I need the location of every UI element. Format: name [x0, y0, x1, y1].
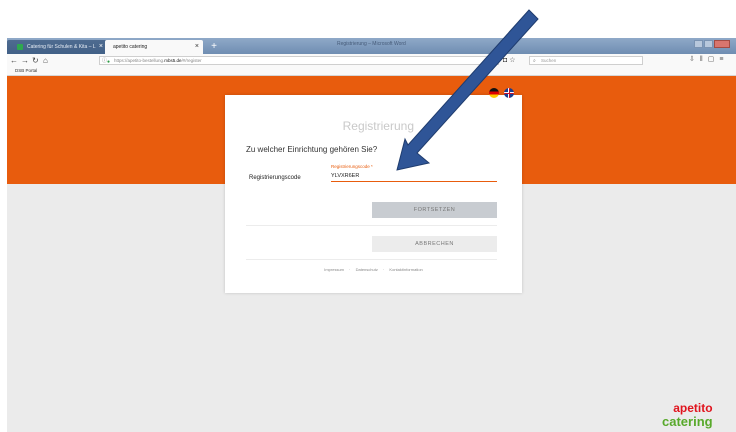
tab-catering[interactable]: Catering für Schulen & Kita – L × [7, 40, 107, 54]
window-close-button[interactable] [714, 40, 730, 48]
window-controls [694, 40, 730, 48]
code-field-label: Registrierungscode * [331, 164, 373, 169]
footer-links: Impressum · Datenschutz · Kontaktinforma… [225, 267, 522, 272]
tab-apetito[interactable]: apetito catering × [105, 40, 203, 54]
close-icon[interactable]: × [195, 40, 199, 54]
url-prefix: https://apetito-bestellung. [114, 58, 165, 63]
de-flag-icon[interactable] [489, 88, 499, 98]
link-separator: · [349, 267, 351, 272]
forward-icon[interactable]: → [21, 55, 29, 66]
bookmark-dsb-portal[interactable]: DSB Portal [15, 68, 37, 73]
link-impressum[interactable]: Impressum [324, 267, 344, 272]
logo-line2: catering [662, 414, 713, 429]
cancel-button[interactable]: ABBRECHEN [372, 236, 497, 252]
search-icon: ⌕ [533, 58, 536, 64]
screenshot-stage: Catering für Schulen & Kita – L × apetit… [0, 0, 736, 432]
registration-card: Registrierung Zu welcher Einrichtung geh… [225, 88, 522, 293]
tab-label: apetito catering [113, 44, 148, 50]
code-label: Registrierungscode [249, 175, 301, 181]
apetito-logo: apetito catering [662, 402, 713, 429]
registration-code-input[interactable] [331, 171, 497, 182]
pocket-bookmark-icons[interactable]: ◘☆ [503, 56, 518, 64]
new-tab-button[interactable]: + [207, 40, 221, 54]
browser-window: Catering für Schulen & Kita – L × apetit… [7, 38, 736, 432]
continue-button[interactable]: FORTSETZEN [372, 202, 497, 218]
web-page: Registrierung Zu welcher Einrichtung geh… [7, 76, 736, 432]
window-title: Registrierung – Microsoft Word [337, 41, 406, 47]
browser-titlebar: Catering für Schulen & Kita – L × apetit… [7, 38, 736, 54]
search-input[interactable]: ⌕ Suchen [529, 56, 643, 65]
divider [246, 225, 497, 226]
browser-navbar: ← → ↻ ⌂ ⓘ ● https://apetito-bestellung.m… [7, 54, 736, 67]
maximize-button[interactable] [704, 40, 713, 48]
url-path: /#/register [181, 58, 202, 63]
bookmarks-bar: DSB Portal [7, 67, 736, 76]
toolbar-icons[interactable]: ⇩‖▢≡ [689, 55, 728, 63]
url-domain: mbs5.de [164, 58, 182, 63]
divider [246, 259, 497, 260]
reload-icon[interactable]: ↻ [32, 55, 39, 66]
shield-icon [17, 44, 23, 50]
lock-icon: ● [107, 59, 111, 65]
url-bar[interactable]: ⓘ ● https://apetito-bestellung.mbs5.de/#… [99, 56, 499, 65]
close-icon[interactable]: × [99, 40, 103, 54]
question-heading: Zu welcher Einrichtung gehören Sie? [246, 145, 378, 154]
search-placeholder: Suchen [541, 58, 557, 63]
minimize-button[interactable] [694, 40, 703, 48]
link-datenschutz[interactable]: Datenschutz [356, 267, 378, 272]
uk-flag-icon[interactable] [504, 88, 514, 98]
tab-label: Catering für Schulen & Kita – L [27, 44, 96, 50]
page-title: Registrierung [342, 119, 414, 133]
link-kontakt[interactable]: Kontaktinformation [389, 267, 422, 272]
back-icon[interactable]: ← [10, 55, 18, 66]
link-separator: · [382, 267, 385, 272]
home-icon[interactable]: ⌂ [43, 55, 48, 66]
